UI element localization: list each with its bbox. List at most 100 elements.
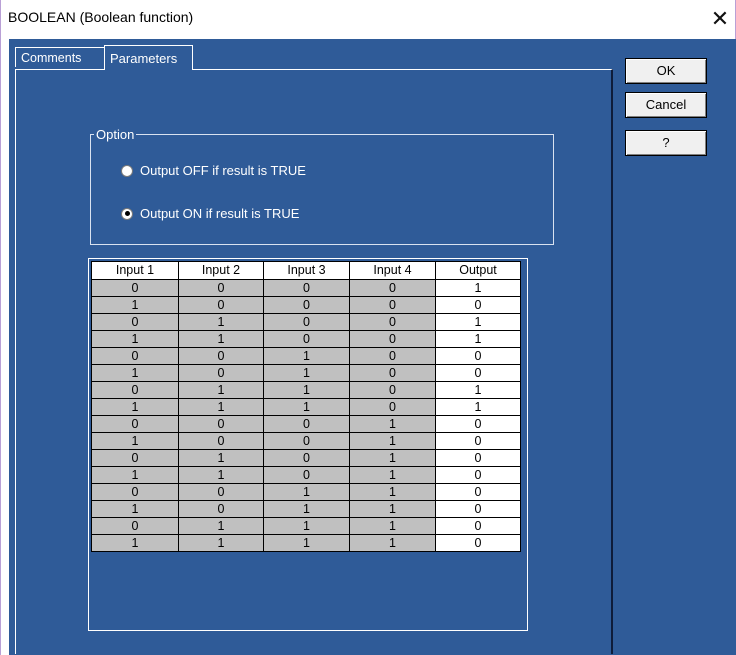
input-cell: 1 <box>263 517 350 535</box>
column-header-input-4: Input 4 <box>349 261 436 280</box>
input-cell: 0 <box>178 483 264 501</box>
table-row: 10100 <box>91 364 521 382</box>
input-cell: 0 <box>91 415 179 433</box>
input-cell: 0 <box>178 347 264 365</box>
radio-unchecked-icon[interactable] <box>121 164 133 177</box>
table-row: 00110 <box>91 483 521 501</box>
table-row: 10010 <box>91 432 521 450</box>
input-cell: 1 <box>91 398 179 416</box>
input-cell: 1 <box>349 432 436 450</box>
input-cell: 1 <box>349 500 436 518</box>
output-cell[interactable]: 0 <box>435 415 521 433</box>
input-cell: 0 <box>349 381 436 399</box>
input-cell: 0 <box>91 347 179 365</box>
table-row: 01001 <box>91 313 521 331</box>
input-cell: 1 <box>349 483 436 501</box>
cancel-button[interactable]: Cancel <box>625 92 707 118</box>
input-cell: 1 <box>178 398 264 416</box>
input-cell: 0 <box>263 279 350 297</box>
output-cell[interactable]: 1 <box>435 313 521 331</box>
input-cell: 1 <box>178 449 264 467</box>
output-cell[interactable]: 0 <box>435 534 521 552</box>
tab-parameters[interactable]: Parameters <box>104 45 193 70</box>
input-cell: 1 <box>349 534 436 552</box>
input-cell: 0 <box>349 330 436 348</box>
dialog-body: Comments Parameters Option Output OFF if… <box>9 39 736 655</box>
input-cell: 1 <box>178 381 264 399</box>
input-cell: 1 <box>263 381 350 399</box>
table-row: 10110 <box>91 500 521 518</box>
truth-table: Input 1 Input 2 Input 3 Input 4 Output 0… <box>91 261 521 552</box>
input-cell: 1 <box>349 449 436 467</box>
ok-button[interactable]: OK <box>625 58 707 84</box>
input-cell: 0 <box>178 296 264 314</box>
input-cell: 0 <box>263 330 350 348</box>
input-cell: 1 <box>91 432 179 450</box>
help-button[interactable]: ? <box>625 130 707 156</box>
column-header-input-3: Input 3 <box>263 261 350 280</box>
input-cell: 1 <box>91 296 179 314</box>
input-cell: 0 <box>263 415 350 433</box>
output-cell[interactable]: 0 <box>435 296 521 314</box>
input-cell: 1 <box>178 517 264 535</box>
input-cell: 0 <box>349 296 436 314</box>
input-cell: 1 <box>263 534 350 552</box>
truth-table-header-row: Input 1 Input 2 Input 3 Input 4 Output <box>91 261 521 280</box>
input-cell: 1 <box>263 364 350 382</box>
input-cell: 1 <box>349 517 436 535</box>
input-cell: 0 <box>349 364 436 382</box>
output-cell[interactable]: 1 <box>435 398 521 416</box>
output-cell[interactable]: 0 <box>435 347 521 365</box>
input-cell: 0 <box>263 466 350 484</box>
input-cell: 0 <box>349 398 436 416</box>
output-cell[interactable]: 0 <box>435 449 521 467</box>
column-header-input-2: Input 2 <box>178 261 264 280</box>
input-cell: 1 <box>178 534 264 552</box>
radio-checked-icon[interactable] <box>121 207 133 220</box>
output-cell[interactable]: 0 <box>435 483 521 501</box>
input-cell: 1 <box>349 466 436 484</box>
output-cell[interactable]: 0 <box>435 517 521 535</box>
input-cell: 1 <box>263 347 350 365</box>
input-cell: 1 <box>91 364 179 382</box>
option-output-off-label: Output OFF if result is TRUE <box>140 163 306 178</box>
column-header-output: Output <box>435 261 521 280</box>
input-cell: 1 <box>263 483 350 501</box>
table-row: 00001 <box>91 279 521 297</box>
input-cell: 0 <box>178 500 264 518</box>
output-cell[interactable]: 0 <box>435 432 521 450</box>
table-row: 00010 <box>91 415 521 433</box>
table-row: 01110 <box>91 517 521 535</box>
output-cell[interactable]: 1 <box>435 279 521 297</box>
column-header-input-1: Input 1 <box>91 261 179 280</box>
input-cell: 1 <box>178 330 264 348</box>
truth-table-container: Input 1 Input 2 Input 3 Input 4 Output 0… <box>88 258 528 631</box>
input-cell: 1 <box>91 466 179 484</box>
close-icon[interactable]: ✕ <box>705 0 735 38</box>
option-output-on[interactable]: Output ON if result is TRUE <box>121 206 299 221</box>
parameters-panel: Option Output OFF if result is TRUE Outp… <box>15 69 613 654</box>
output-cell[interactable]: 1 <box>435 330 521 348</box>
option-output-on-label: Output ON if result is TRUE <box>140 206 300 221</box>
output-cell[interactable]: 0 <box>435 466 521 484</box>
input-cell: 0 <box>91 279 179 297</box>
window-title: BOOLEAN (Boolean function) <box>8 9 194 25</box>
option-group: Option Output OFF if result is TRUE Outp… <box>90 127 554 245</box>
option-output-off[interactable]: Output OFF if result is TRUE <box>121 163 306 178</box>
table-row: 00100 <box>91 347 521 365</box>
input-cell: 1 <box>91 330 179 348</box>
input-cell: 0 <box>178 415 264 433</box>
output-cell[interactable]: 0 <box>435 364 521 382</box>
input-cell: 1 <box>178 466 264 484</box>
input-cell: 0 <box>263 296 350 314</box>
table-row: 11001 <box>91 330 521 348</box>
input-cell: 1 <box>349 415 436 433</box>
input-cell: 0 <box>91 483 179 501</box>
input-cell: 0 <box>263 432 350 450</box>
tab-comments[interactable]: Comments <box>15 47 105 67</box>
input-cell: 1 <box>263 500 350 518</box>
output-cell[interactable]: 0 <box>435 500 521 518</box>
option-group-legend: Option <box>94 127 137 142</box>
output-cell[interactable]: 1 <box>435 381 521 399</box>
input-cell: 1 <box>178 313 264 331</box>
